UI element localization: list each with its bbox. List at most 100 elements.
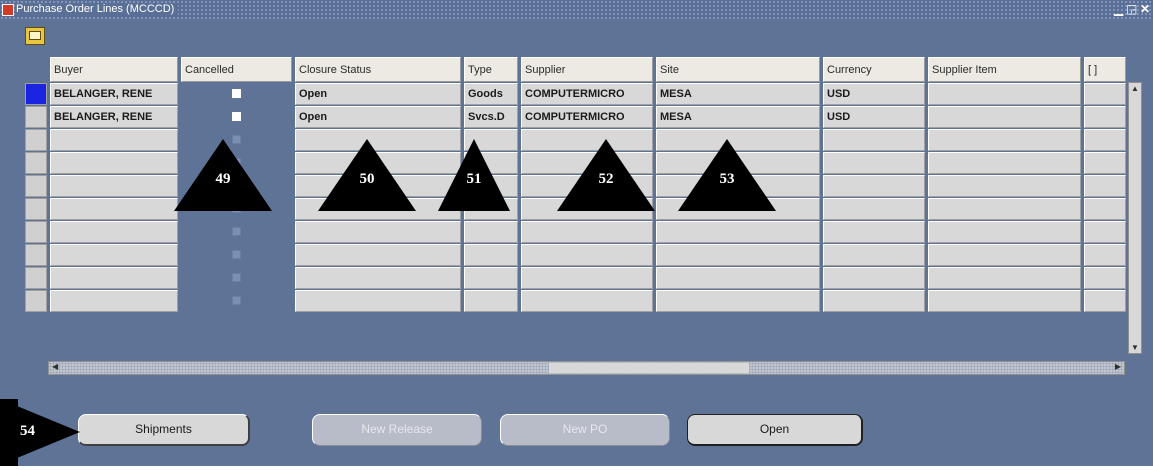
table-row[interactable] xyxy=(25,221,1126,243)
cell-buyer[interactable] xyxy=(50,244,178,266)
scroll-left-icon[interactable]: ◀ xyxy=(52,362,58,371)
cell-supplier[interactable] xyxy=(521,221,653,243)
table-row[interactable]: BELANGER, RENE Open Goods COMPUTERMICRO MESA… xyxy=(25,83,1126,105)
row-indicator[interactable] xyxy=(25,152,47,174)
cell-type[interactable] xyxy=(464,290,518,312)
scroll-down-icon[interactable]: ▼ xyxy=(1131,343,1139,352)
cell-buyer[interactable] xyxy=(50,152,178,174)
scroll-right-icon[interactable]: ▶ xyxy=(1115,362,1121,371)
cell-buyer[interactable] xyxy=(50,221,178,243)
cell-extra[interactable] xyxy=(1084,244,1126,266)
close-icon[interactable]: ✕ xyxy=(1140,2,1150,16)
cell-supplier[interactable] xyxy=(521,290,653,312)
cell-buyer[interactable] xyxy=(50,129,178,151)
cell-closure-status[interactable] xyxy=(295,267,461,289)
cancelled-checkbox[interactable] xyxy=(232,227,241,237)
cancelled-checkbox[interactable] xyxy=(232,273,241,283)
cell-supplier[interactable] xyxy=(521,267,653,289)
cell-supplier-item[interactable] xyxy=(928,267,1081,289)
cell-currency[interactable] xyxy=(823,152,925,174)
cell-extra[interactable] xyxy=(1084,267,1126,289)
cell-extra[interactable] xyxy=(1084,152,1126,174)
cancelled-checkbox[interactable] xyxy=(232,89,241,99)
cell-supplier-item[interactable] xyxy=(928,198,1081,220)
cell-type[interactable]: Goods xyxy=(464,83,518,105)
table-row[interactable] xyxy=(25,267,1126,289)
cell-buyer[interactable] xyxy=(50,175,178,197)
row-indicator[interactable] xyxy=(25,244,47,266)
cell-extra[interactable] xyxy=(1084,290,1126,312)
cell-extra[interactable] xyxy=(1084,175,1126,197)
row-indicator[interactable] xyxy=(25,83,47,105)
cell-buyer[interactable] xyxy=(50,267,178,289)
cell-site[interactable] xyxy=(656,290,820,312)
cell-currency[interactable] xyxy=(823,198,925,220)
cell-supplier-item[interactable] xyxy=(928,290,1081,312)
cell-currency[interactable] xyxy=(823,129,925,151)
cell-buyer[interactable]: BELANGER, RENE xyxy=(50,106,178,128)
table-row[interactable] xyxy=(25,244,1126,266)
cell-site[interactable] xyxy=(656,221,820,243)
table-row[interactable]: BELANGER, RENE Open Svcs.D COMPUTERMICRO MES… xyxy=(25,106,1126,128)
cell-type[interactable] xyxy=(464,267,518,289)
cell-supplier-item[interactable] xyxy=(928,129,1081,151)
row-indicator[interactable] xyxy=(25,221,47,243)
cell-type[interactable]: Svcs.D xyxy=(464,106,518,128)
new-release-button[interactable]: New Release xyxy=(312,414,482,446)
cancelled-checkbox[interactable] xyxy=(232,112,241,122)
cell-type[interactable] xyxy=(464,244,518,266)
cell-closure-status[interactable] xyxy=(295,290,461,312)
cell-extra[interactable] xyxy=(1084,221,1126,243)
cell-currency[interactable] xyxy=(823,267,925,289)
cell-buyer[interactable] xyxy=(50,198,178,220)
cancelled-checkbox[interactable] xyxy=(232,250,241,260)
cell-closure-status[interactable] xyxy=(295,221,461,243)
scroll-up-icon[interactable]: ▲ xyxy=(1131,84,1139,93)
cell-extra[interactable] xyxy=(1084,129,1126,151)
cell-buyer[interactable]: BELANGER, RENE xyxy=(50,83,178,105)
cell-extra[interactable] xyxy=(1084,198,1126,220)
row-indicator[interactable] xyxy=(25,290,47,312)
horizontal-scrollbar[interactable]: ◀ ▶ xyxy=(48,361,1125,375)
cell-supplier[interactable]: COMPUTERMICRO xyxy=(521,106,653,128)
cell-closure-status[interactable] xyxy=(295,244,461,266)
row-indicator[interactable] xyxy=(25,129,47,151)
vertical-scrollbar[interactable]: ▲ ▼ xyxy=(1128,82,1142,354)
cell-currency[interactable]: USD xyxy=(823,106,925,128)
open-button[interactable]: Open xyxy=(687,414,863,446)
cell-supplier-item[interactable] xyxy=(928,175,1081,197)
folder-edit-icon[interactable] xyxy=(25,27,45,45)
cell-supplier[interactable]: COMPUTERMICRO xyxy=(521,83,653,105)
cell-closure-status[interactable]: Open xyxy=(295,83,461,105)
row-indicator[interactable] xyxy=(25,267,47,289)
cell-supplier-item[interactable] xyxy=(928,221,1081,243)
cell-supplier-item[interactable] xyxy=(928,152,1081,174)
new-po-button[interactable]: New PO xyxy=(500,414,670,446)
column-header-folder[interactable]: [ ] xyxy=(1084,57,1126,82)
cell-extra[interactable] xyxy=(1084,83,1126,105)
cell-site[interactable]: MESA xyxy=(656,83,820,105)
cell-currency[interactable] xyxy=(823,221,925,243)
cell-site[interactable] xyxy=(656,244,820,266)
table-row[interactable] xyxy=(25,290,1126,312)
cell-buyer[interactable] xyxy=(50,290,178,312)
minimize-icon[interactable]: ▁ xyxy=(1114,2,1123,16)
horizontal-scroll-thumb[interactable] xyxy=(549,363,749,373)
cell-supplier-item[interactable] xyxy=(928,244,1081,266)
cell-currency[interactable] xyxy=(823,290,925,312)
cell-type[interactable] xyxy=(464,221,518,243)
row-indicator[interactable] xyxy=(25,198,47,220)
row-indicator[interactable] xyxy=(25,106,47,128)
cell-currency[interactable] xyxy=(823,244,925,266)
cell-supplier[interactable] xyxy=(521,244,653,266)
cell-site[interactable] xyxy=(656,267,820,289)
cell-supplier-item[interactable] xyxy=(928,83,1081,105)
cell-closure-status[interactable]: Open xyxy=(295,106,461,128)
cell-extra[interactable] xyxy=(1084,106,1126,128)
cancelled-checkbox[interactable] xyxy=(232,296,241,306)
cell-currency[interactable] xyxy=(823,175,925,197)
cell-site[interactable]: MESA xyxy=(656,106,820,128)
cell-currency[interactable]: USD xyxy=(823,83,925,105)
maximize-icon[interactable]: ◲ xyxy=(1126,2,1137,16)
cell-supplier-item[interactable] xyxy=(928,106,1081,128)
